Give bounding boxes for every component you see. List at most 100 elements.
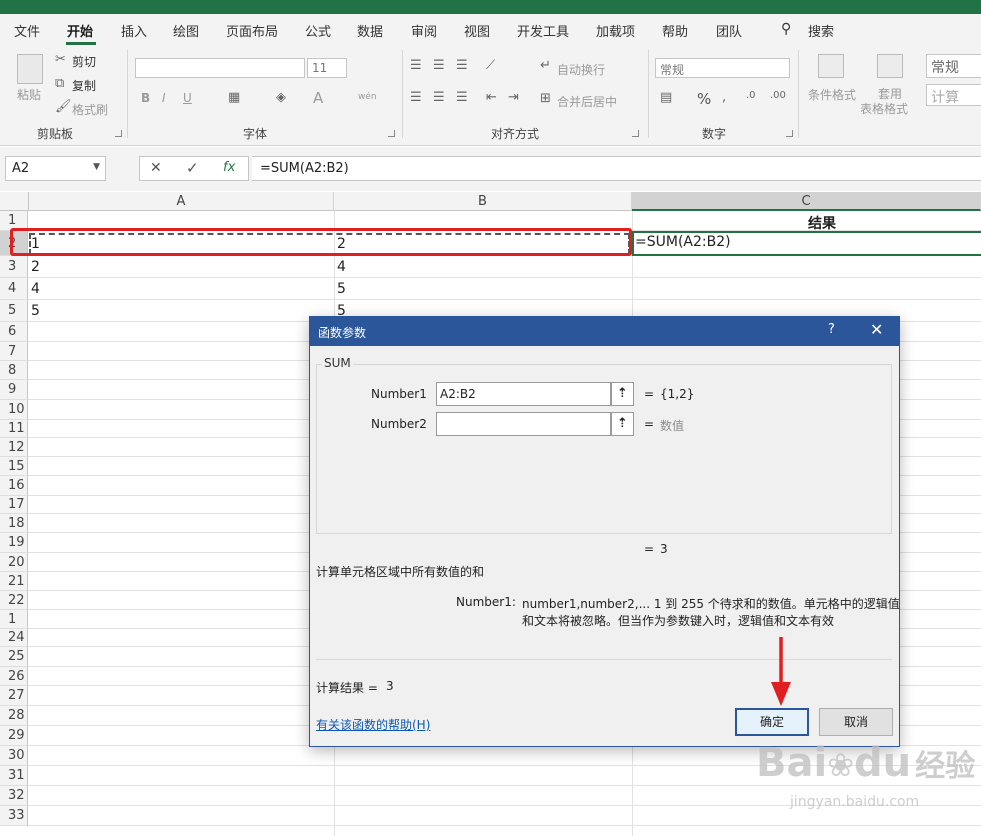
conditional-format-icon[interactable] [818, 54, 844, 78]
row-header[interactable]: 6 [0, 322, 28, 342]
merge-center-button[interactable]: 合并后居中 [557, 93, 617, 110]
column-header-a[interactable]: A [29, 192, 334, 211]
row-header[interactable]: 17 [0, 496, 28, 514]
font-name-box[interactable] [135, 58, 305, 78]
help-icon[interactable]: ? [828, 322, 835, 337]
arg1-input[interactable]: A2:B2 [436, 382, 611, 406]
enter-icon[interactable]: ✓ [186, 159, 199, 177]
row-header[interactable]: 8 [0, 361, 28, 380]
column-header-b[interactable]: B [334, 192, 632, 211]
row-header[interactable]: 28 [0, 706, 28, 726]
tab-addins[interactable]: 加载项 [596, 21, 635, 40]
comma-icon[interactable]: , [722, 90, 726, 105]
percent-button[interactable]: % [697, 90, 711, 108]
row-header[interactable]: 12 [0, 438, 28, 457]
italic-button[interactable]: I [162, 91, 166, 105]
style-calculation[interactable]: 计算 [926, 84, 981, 106]
row-header[interactable]: 33 [0, 806, 28, 826]
row-header[interactable]: 11 [0, 420, 28, 438]
indent-icon[interactable]: ⇤ [486, 90, 497, 105]
font-size-box[interactable]: 11 [307, 58, 347, 78]
row-header[interactable]: 22 [0, 591, 28, 610]
cell-b3[interactable]: 4 [337, 259, 346, 275]
cancel-icon[interactable]: ✕ [150, 160, 162, 176]
decrease-decimal-icon[interactable]: .00 [770, 90, 786, 101]
function-help-link[interactable]: 有关该函数的帮助(H) [316, 716, 430, 733]
align-center-icon[interactable]: ☰ [433, 90, 445, 105]
row-header[interactable]: 3 [0, 256, 28, 278]
outdent-icon[interactable]: ⇥ [508, 90, 519, 105]
row-header[interactable]: 18 [0, 514, 28, 533]
align-left-icon[interactable]: ☰ [410, 90, 422, 105]
row-header[interactable]: 15 [0, 457, 28, 476]
row-header[interactable]: 19 [0, 533, 28, 553]
row-header[interactable]: 31 [0, 766, 28, 786]
row-header[interactable]: 16 [0, 476, 28, 496]
accounting-icon[interactable]: ▤ [660, 90, 672, 105]
row-header[interactable]: 9 [0, 380, 28, 400]
tab-view[interactable]: 视图 [464, 21, 490, 40]
row-header[interactable]: 7 [0, 342, 28, 361]
row-header[interactable]: 32 [0, 786, 28, 806]
tab-team[interactable]: 团队 [716, 21, 742, 40]
formula-input[interactable]: =SUM(A2:B2) [252, 156, 981, 181]
underline-button[interactable]: U [183, 91, 192, 105]
font-dialog-launcher[interactable] [388, 130, 395, 137]
align-right-icon[interactable]: ☰ [456, 90, 468, 105]
format-as-table-icon[interactable] [877, 54, 903, 78]
search-label[interactable]: 搜索 [808, 21, 834, 40]
tab-review[interactable]: 审阅 [411, 21, 437, 40]
row-header[interactable]: 1 [0, 610, 28, 629]
fill-color-icon[interactable]: ◈ [276, 90, 286, 105]
arg2-collapse-icon[interactable]: ⇡ [611, 412, 634, 436]
row-header[interactable]: 27 [0, 686, 28, 706]
tab-home[interactable]: 开始 [67, 21, 93, 40]
borders-icon[interactable]: ▦ [228, 90, 240, 105]
tab-developer[interactable]: 开发工具 [517, 21, 569, 40]
name-box-dropdown-icon[interactable]: ▼ [93, 162, 100, 172]
row-header[interactable]: 4 [0, 278, 28, 300]
clipboard-dialog-launcher[interactable] [115, 130, 122, 137]
row-header[interactable]: 20 [0, 553, 28, 572]
orientation-icon[interactable]: ⟋ [486, 58, 495, 73]
format-painter-button[interactable]: 格式刷 [72, 101, 108, 118]
cell-c1[interactable]: 结果 [808, 213, 836, 233]
insert-function-icon[interactable]: fx [223, 160, 235, 175]
cell-a4[interactable]: 4 [31, 281, 40, 297]
cell-a3[interactable]: 2 [31, 259, 40, 275]
conditional-format-button[interactable]: 条件格式 [808, 86, 856, 103]
row-header[interactable]: 5 [0, 300, 28, 322]
copy-icon[interactable]: ⧉ [55, 76, 64, 91]
tab-file[interactable]: 文件 [14, 21, 40, 40]
format-as-table-line2[interactable]: 表格格式 [860, 100, 908, 117]
row-header[interactable]: 25 [0, 647, 28, 667]
row-header[interactable]: 26 [0, 667, 28, 686]
close-icon[interactable]: ✕ [870, 320, 883, 339]
tab-draw[interactable]: 绘图 [173, 21, 199, 40]
bold-button[interactable]: B [141, 91, 150, 105]
tab-page-layout[interactable]: 页面布局 [226, 21, 278, 40]
search-icon[interactable]: ⚲ [781, 21, 791, 37]
phonetic-button[interactable]: wén [358, 92, 377, 102]
cell-b4[interactable]: 5 [337, 281, 346, 297]
font-color-button[interactable]: A [313, 89, 323, 107]
increase-decimal-icon[interactable]: .0 [746, 90, 756, 101]
align-top-icon[interactable]: ☰ [410, 58, 422, 73]
column-header-c[interactable]: C [632, 192, 981, 211]
copy-button[interactable]: 复制 [72, 77, 96, 94]
paste-button[interactable]: 粘贴 [17, 86, 41, 103]
row-header[interactable]: 24 [0, 629, 28, 647]
arg1-collapse-icon[interactable]: ⇡ [611, 382, 634, 406]
name-box[interactable]: A2 ▼ [5, 156, 106, 181]
paste-icon[interactable] [17, 54, 43, 84]
format-painter-icon[interactable]: 🖌 [55, 99, 72, 114]
wrap-text-icon[interactable]: ↵ [540, 58, 551, 73]
arg2-input[interactable] [436, 412, 611, 436]
align-middle-icon[interactable]: ☰ [433, 58, 445, 73]
tab-help[interactable]: 帮助 [662, 21, 688, 40]
ok-button[interactable]: 确定 [735, 708, 809, 736]
cell-a5[interactable]: 5 [31, 303, 40, 319]
cut-button[interactable]: 剪切 [72, 53, 96, 70]
number-dialog-launcher[interactable] [786, 130, 793, 137]
alignment-dialog-launcher[interactable] [632, 130, 639, 137]
